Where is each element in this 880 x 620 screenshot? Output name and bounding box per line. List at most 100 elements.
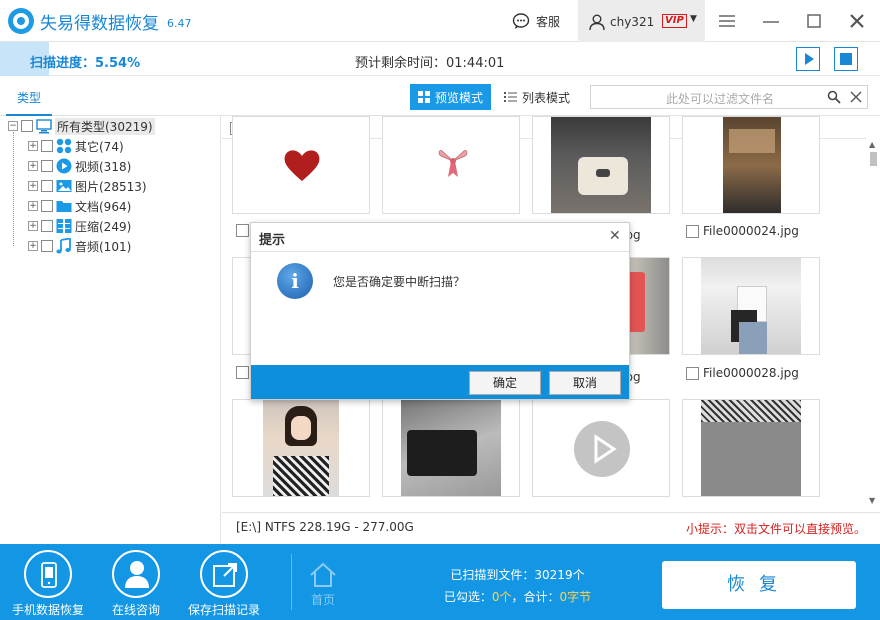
expand-icon[interactable]: +: [28, 241, 38, 251]
stop-button[interactable]: [834, 47, 858, 71]
list-icon: [504, 92, 517, 102]
expand-icon[interactable]: +: [28, 221, 38, 231]
checkbox[interactable]: [41, 180, 53, 192]
file-thumbnail[interactable]: [232, 399, 370, 497]
file-thumbnail[interactable]: [382, 399, 520, 497]
scanned-files: 已扫描到文件：30219个: [450, 568, 585, 582]
checkbox[interactable]: [21, 120, 33, 132]
cancel-button[interactable]: 取消: [549, 371, 621, 395]
disk-info: [E:\] NTFS 228.19G - 277.00G: [236, 520, 414, 534]
home-button[interactable]: 首页: [308, 562, 338, 608]
list-mode-button[interactable]: 列表模式: [496, 84, 578, 110]
tree-item-image[interactable]: + 图片(28513): [28, 176, 147, 196]
dialog-close-icon[interactable]: ✕: [609, 228, 621, 244]
vertical-scrollbar[interactable]: ▲ ▼: [866, 140, 880, 510]
selected-size: 0字节: [559, 590, 592, 604]
video-icon: [56, 158, 72, 174]
bow-image: [438, 150, 468, 177]
checkbox[interactable]: [41, 240, 53, 252]
file-caption[interactable]: File0000028.jpg: [686, 366, 799, 380]
clear-icon[interactable]: [850, 91, 862, 103]
phone-icon: [41, 562, 57, 588]
online-consult-label: 在线咨询: [111, 603, 160, 617]
title-bar: 失易得数据恢复 6.47 客服 chy321 VIP ▼: [0, 0, 880, 42]
checkbox[interactable]: [686, 366, 699, 380]
filename-filter-input[interactable]: 此处可以过滤文件名: [590, 85, 868, 109]
heart-image: [284, 150, 320, 181]
ok-button[interactable]: 确定: [469, 371, 541, 395]
status-bar: [E:\] NTFS 228.19G - 277.00G 小提示：双击文件可以直…: [222, 512, 880, 542]
list-mode-label: 列表模式: [522, 90, 571, 105]
checkbox[interactable]: [686, 224, 699, 238]
app-logo-icon: [8, 8, 34, 34]
online-consult-button[interactable]: 在线咨询: [104, 550, 168, 618]
file-name: File0000028.jpg: [703, 366, 799, 380]
tree-item-archive[interactable]: + 压缩(249): [28, 216, 131, 236]
computer-icon: [36, 119, 52, 134]
tree-item-label: 文档(964): [75, 199, 132, 214]
preview-mode-label: 预览模式: [435, 90, 484, 105]
scan-progress-bar: 扫描进度：5.54% 预计剩余时间：01:44:01: [0, 42, 880, 76]
music-icon: [56, 238, 71, 254]
person-icon: [125, 561, 149, 588]
collapse-icon[interactable]: −: [8, 121, 18, 131]
file-thumbnail[interactable]: [682, 257, 820, 355]
home-label: 首页: [310, 593, 335, 607]
scrollbar-thumb[interactable]: [870, 152, 877, 166]
file-caption[interactable]: File0000024.jpg: [686, 224, 799, 238]
file-thumbnail[interactable]: [682, 116, 820, 214]
tab-type[interactable]: 类型: [6, 86, 52, 116]
selected-count: 0个: [491, 590, 512, 604]
app-title: 失易得数据恢复: [40, 14, 159, 34]
maximize-icon[interactable]: [803, 10, 825, 32]
tree-root[interactable]: − 所有类型(30219): [8, 116, 155, 136]
file-thumbnail[interactable]: [532, 116, 670, 214]
menu-icon[interactable]: [716, 10, 738, 32]
home-icon: [310, 562, 336, 587]
phone-recovery-button[interactable]: 手机数据恢复: [10, 550, 86, 618]
expand-icon[interactable]: +: [28, 141, 38, 151]
minimize-icon[interactable]: [760, 10, 782, 32]
resume-button[interactable]: [796, 47, 820, 71]
chevron-down-icon[interactable]: ▼: [690, 14, 697, 24]
image-icon: [56, 180, 72, 192]
view-toolbar: 类型 预览模式 列表模式 此处可以过滤文件名: [0, 76, 880, 116]
user-account[interactable]: chy321: [588, 13, 654, 31]
recover-button[interactable]: 恢复: [662, 561, 856, 609]
expand-icon[interactable]: +: [28, 161, 38, 171]
save-scan-button[interactable]: 保存扫描记录: [186, 550, 262, 618]
tree-item-document[interactable]: + 文档(964): [28, 196, 131, 216]
folder-icon: [56, 201, 72, 212]
close-icon[interactable]: [846, 10, 868, 32]
username: chy321: [610, 15, 655, 29]
checkbox[interactable]: [41, 200, 53, 212]
checkbox[interactable]: [236, 224, 249, 237]
dialog-message: 您是否确定要中断扫描？: [333, 275, 466, 289]
dialog-title: 提示: [259, 233, 286, 248]
tree-item-audio[interactable]: + 音频(101): [28, 236, 131, 256]
customer-service-label: 客服: [536, 14, 561, 29]
grid-icon: [418, 91, 430, 103]
tree-item-label: 视频(318): [75, 159, 132, 174]
tree-item-other[interactable]: + 其它(74): [28, 136, 124, 156]
search-icon[interactable]: [827, 90, 841, 104]
expand-icon[interactable]: +: [28, 181, 38, 191]
preview-mode-button[interactable]: 预览模式: [410, 84, 492, 110]
scan-stats: 已扫描到文件：30219个 已勾选：0个，合计：0字节: [420, 564, 615, 608]
tree-root-label: 所有类型(30219): [55, 117, 155, 135]
checkbox[interactable]: [41, 140, 53, 152]
app-version: 6.47: [167, 17, 192, 30]
filter-placeholder: 此处可以过滤文件名: [666, 92, 775, 106]
video-thumbnail[interactable]: [532, 399, 670, 497]
tree-item-video[interactable]: + 视频(318): [28, 156, 131, 176]
file-thumbnail[interactable]: [232, 116, 370, 214]
file-thumbnail[interactable]: [382, 116, 520, 214]
checkbox[interactable]: [236, 366, 249, 379]
chat-icon: [512, 13, 530, 29]
checkbox[interactable]: [41, 160, 53, 172]
expand-icon[interactable]: +: [28, 201, 38, 211]
customer-service-button[interactable]: 客服: [512, 12, 560, 30]
file-thumbnail[interactable]: [682, 399, 820, 497]
checkbox[interactable]: [41, 220, 53, 232]
save-scan-label: 保存扫描记录: [187, 603, 260, 617]
